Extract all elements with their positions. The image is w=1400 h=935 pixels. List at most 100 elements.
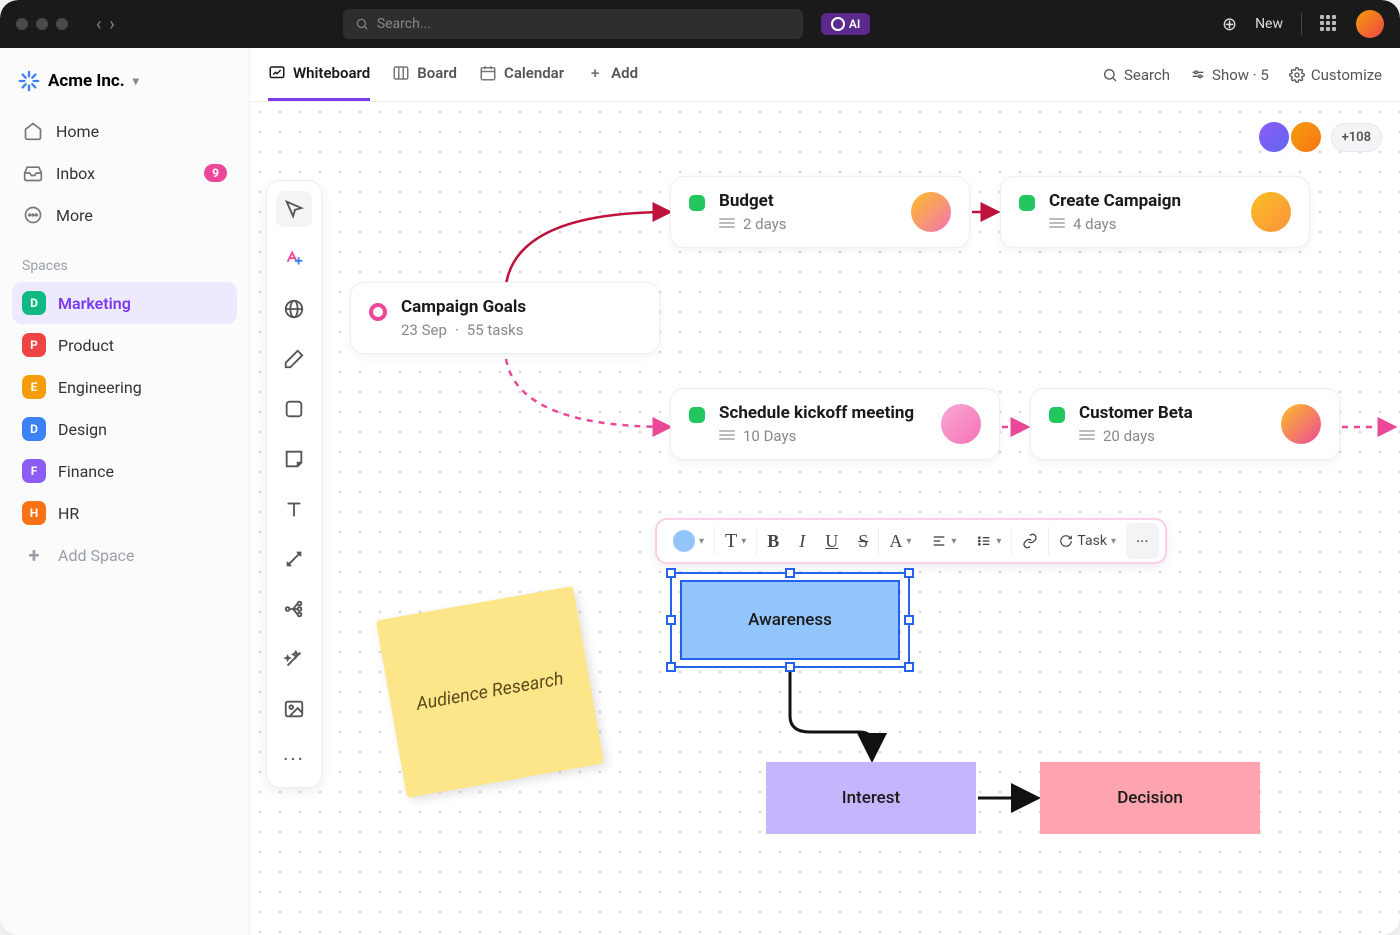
status-dot-icon <box>1019 195 1035 211</box>
tab-board[interactable]: Board <box>392 48 457 101</box>
spaces-label: Spaces <box>12 236 237 282</box>
add-space[interactable]: + Add Space <box>12 534 237 576</box>
space-engineering[interactable]: E Engineering <box>12 366 237 408</box>
collaborators: +108 <box>1267 120 1382 154</box>
calendar-icon <box>479 64 497 82</box>
text-format-toolbar: ▾ T▾ B I U S A▾ ▾ ▾ Task▾ ··· <box>655 518 1167 564</box>
titlebar: ‹ › Search... AI ⊕ New <box>0 0 1400 48</box>
space-badge-icon: H <box>22 501 46 525</box>
whiteboard-canvas[interactable]: +108 ··· <box>250 102 1400 935</box>
tab-add[interactable]: + Add <box>586 48 638 101</box>
tool-ai-shape[interactable] <box>276 241 312 277</box>
collaborator-avatar[interactable] <box>1257 120 1291 154</box>
list-picker[interactable]: ▾ <box>966 523 1011 559</box>
space-design[interactable]: D Design <box>12 408 237 450</box>
tool-select[interactable] <box>276 191 312 227</box>
shape-interest[interactable]: Interest <box>766 762 976 834</box>
canvas-search[interactable]: Search <box>1102 66 1170 84</box>
assignee-avatar[interactable] <box>1281 404 1321 444</box>
fill-color-picker[interactable]: ▾ <box>663 523 714 559</box>
tool-sticky[interactable] <box>276 441 312 477</box>
space-badge-icon: D <box>22 291 46 315</box>
convert-task-button[interactable]: Task▾ <box>1049 523 1126 559</box>
workspace-logo-icon <box>18 70 40 92</box>
status-dot-icon <box>1049 407 1065 423</box>
strike-button[interactable]: S <box>848 523 878 559</box>
space-badge-icon: D <box>22 417 46 441</box>
card-kickoff-meeting[interactable]: Schedule kickoff meeting 10 Days <box>670 388 1000 460</box>
home-icon <box>22 120 44 142</box>
workspace-switcher[interactable]: Acme Inc. ▾ <box>12 62 237 110</box>
customize-button[interactable]: Customize <box>1289 66 1382 84</box>
shape-awareness[interactable]: Awareness <box>680 580 900 660</box>
more-icon <box>22 204 44 226</box>
close-window[interactable] <box>16 18 28 30</box>
toolbar-more-button[interactable]: ··· <box>1126 523 1159 559</box>
bold-button[interactable]: B <box>757 523 789 559</box>
tool-more[interactable]: ··· <box>276 741 312 777</box>
plus-icon: + <box>22 543 46 567</box>
space-marketing[interactable]: D Marketing <box>12 282 237 324</box>
maximize-window[interactable] <box>56 18 68 30</box>
plus-icon: ⊕ <box>1222 14 1237 35</box>
status-dot-icon <box>689 407 705 423</box>
collaborators-more[interactable]: +108 <box>1331 123 1382 152</box>
font-size-picker[interactable]: T▾ <box>715 523 756 559</box>
card-customer-beta[interactable]: Customer Beta 20 days <box>1030 388 1340 460</box>
align-picker[interactable]: ▾ <box>921 523 966 559</box>
nav-home[interactable]: Home <box>12 110 237 152</box>
space-badge-icon: P <box>22 333 46 357</box>
tool-magic[interactable] <box>276 641 312 677</box>
plus-icon: + <box>586 64 604 82</box>
apps-grid-icon[interactable] <box>1320 15 1338 33</box>
inbox-badge: 9 <box>204 164 227 182</box>
tab-calendar[interactable]: Calendar <box>479 48 564 101</box>
link-button[interactable] <box>1012 523 1048 559</box>
whiteboard-icon <box>268 64 286 82</box>
minimize-window[interactable] <box>36 18 48 30</box>
nav-forward[interactable]: › <box>109 14 114 35</box>
shape-decision[interactable]: Decision <box>1040 762 1260 834</box>
new-button[interactable]: New <box>1255 16 1283 32</box>
board-icon <box>392 64 410 82</box>
search-placeholder: Search... <box>377 16 431 32</box>
tool-connector[interactable] <box>276 541 312 577</box>
tool-text[interactable] <box>276 491 312 527</box>
tool-pen[interactable] <box>276 341 312 377</box>
space-badge-icon: F <box>22 459 46 483</box>
nav-back[interactable]: ‹ <box>96 14 101 35</box>
nav-inbox[interactable]: Inbox 9 <box>12 152 237 194</box>
space-product[interactable]: P Product <box>12 324 237 366</box>
tool-rectangle[interactable] <box>276 391 312 427</box>
inbox-icon <box>22 162 44 184</box>
assignee-avatar[interactable] <box>911 192 951 232</box>
assignee-avatar[interactable] <box>941 404 981 444</box>
space-hr[interactable]: H HR <box>12 492 237 534</box>
show-menu[interactable]: Show · 5 <box>1190 66 1269 84</box>
collaborator-avatar[interactable] <box>1289 120 1323 154</box>
chevron-down-icon: ▾ <box>133 74 139 88</box>
whiteboard-toolbox: ··· <box>266 180 322 788</box>
italic-button[interactable]: I <box>789 523 815 559</box>
traffic-lights <box>16 18 68 30</box>
ai-button[interactable]: AI <box>821 13 870 35</box>
text-color-picker[interactable]: A▾ <box>879 523 921 559</box>
sidebar: Acme Inc. ▾ Home Inbox 9 More Spaces D M… <box>0 48 250 935</box>
tab-whiteboard[interactable]: Whiteboard <box>268 48 370 101</box>
nav-more[interactable]: More <box>12 194 237 236</box>
space-badge-icon: E <box>22 375 46 399</box>
tool-image[interactable] <box>276 691 312 727</box>
global-search[interactable]: Search... <box>343 9 803 39</box>
user-avatar[interactable] <box>1356 10 1384 38</box>
status-ring-icon <box>369 303 387 321</box>
card-create-campaign[interactable]: Create Campaign 4 days <box>1000 176 1310 248</box>
card-campaign-goals[interactable]: Campaign Goals 23 Sep·55 tasks <box>350 282 660 354</box>
underline-button[interactable]: U <box>815 523 848 559</box>
tool-web[interactable] <box>276 291 312 327</box>
space-finance[interactable]: F Finance <box>12 450 237 492</box>
card-budget[interactable]: Budget 2 days <box>670 176 970 248</box>
sticky-note[interactable]: Audience Research <box>376 586 604 798</box>
assignee-avatar[interactable] <box>1251 192 1291 232</box>
main: Whiteboard Board Calendar + Add <box>250 48 1400 935</box>
tool-mindmap[interactable] <box>276 591 312 627</box>
